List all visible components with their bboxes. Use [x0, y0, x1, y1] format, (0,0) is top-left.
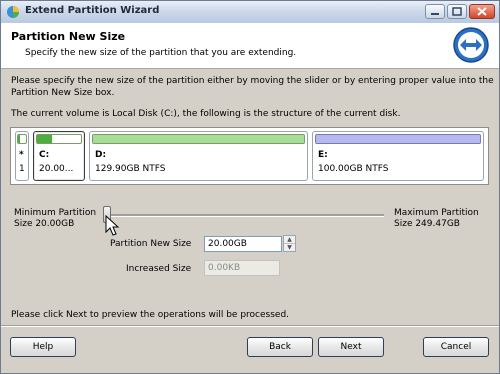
maximize-icon	[452, 7, 462, 16]
mouse-cursor-icon	[105, 215, 120, 236]
instruction-line-2: Partition New Size box.	[11, 88, 115, 98]
disk-map: * 1 C: 20.00... D: 129.90GB NTFS E: 100.…	[10, 127, 489, 185]
usage-fill	[316, 135, 480, 143]
size-slider-track[interactable]	[106, 214, 384, 217]
header-subtitle: Specify the new size of the partition th…	[25, 48, 297, 58]
usage-bar	[315, 134, 481, 144]
extend-partition-wizard-window: Extend Partition Wizard Partition New Si…	[0, 0, 500, 374]
extend-arrows-icon	[453, 27, 489, 63]
usage-bar	[17, 134, 27, 144]
usage-fill	[37, 135, 53, 143]
partition-info: 129.90GB NTFS	[95, 164, 166, 174]
increased-size-field: 0.00KB	[204, 260, 280, 276]
minimize-icon	[431, 13, 439, 15]
next-button[interactable]: Next	[318, 337, 384, 357]
max-size-value: Size 249.47GB	[394, 219, 460, 229]
close-button[interactable]	[469, 4, 495, 19]
maximize-button[interactable]	[447, 4, 467, 19]
next-button-label: Next	[340, 342, 362, 352]
partition-d[interactable]: D: 129.90GB NTFS	[89, 131, 308, 181]
min-size-value: Size 20.00GB	[14, 219, 75, 229]
cancel-button[interactable]: Cancel	[423, 337, 489, 357]
usage-bar	[36, 134, 82, 144]
spin-up-icon[interactable]: ▲	[284, 236, 295, 244]
partition-letter: *	[19, 150, 24, 160]
partition-e[interactable]: E: 100.00GB NTFS	[312, 131, 484, 181]
partition-letter: D:	[95, 150, 107, 160]
partition-new-size-input[interactable]: 20.00GB	[204, 236, 282, 252]
header-title: Partition New Size	[11, 30, 126, 43]
partition-info: 1	[19, 164, 25, 174]
partition-info: 100.00GB NTFS	[318, 164, 389, 174]
usage-bar	[92, 134, 305, 144]
footer-instruction: Please click Next to preview the operati…	[11, 310, 290, 320]
help-button-label: Help	[32, 342, 54, 352]
window-title: Extend Partition Wizard	[25, 5, 160, 16]
app-icon	[7, 6, 19, 18]
size-spinner[interactable]: ▲ ▼	[283, 235, 296, 252]
wizard-header: Partition New Size Specify the new size …	[1, 23, 499, 69]
increased-size-label: Increased Size	[126, 264, 192, 274]
usage-fill	[18, 135, 21, 143]
spin-down-icon[interactable]: ▼	[284, 244, 295, 251]
usage-fill	[93, 135, 304, 143]
help-button[interactable]: Help	[10, 337, 76, 357]
back-button[interactable]: Back	[247, 337, 313, 357]
minimize-button[interactable]	[425, 4, 445, 19]
back-button-label: Back	[269, 342, 291, 352]
instruction-line-1: Please specify the new size of the parti…	[11, 76, 494, 86]
title-bar[interactable]: Extend Partition Wizard	[1, 1, 499, 24]
disk-structure-text: The current volume is Local Disk (C:), t…	[11, 109, 401, 119]
partition-letter: E:	[318, 150, 328, 160]
partition-c[interactable]: C: 20.00...	[33, 131, 85, 181]
partition-info: 20.00...	[39, 164, 74, 174]
close-icon	[477, 7, 487, 16]
partition-unallocated[interactable]: * 1	[15, 131, 29, 181]
partition-new-size-label: Partition New Size	[110, 239, 192, 249]
partition-letter: C:	[39, 150, 50, 160]
cancel-button-label: Cancel	[440, 342, 472, 352]
divider	[1, 325, 499, 327]
